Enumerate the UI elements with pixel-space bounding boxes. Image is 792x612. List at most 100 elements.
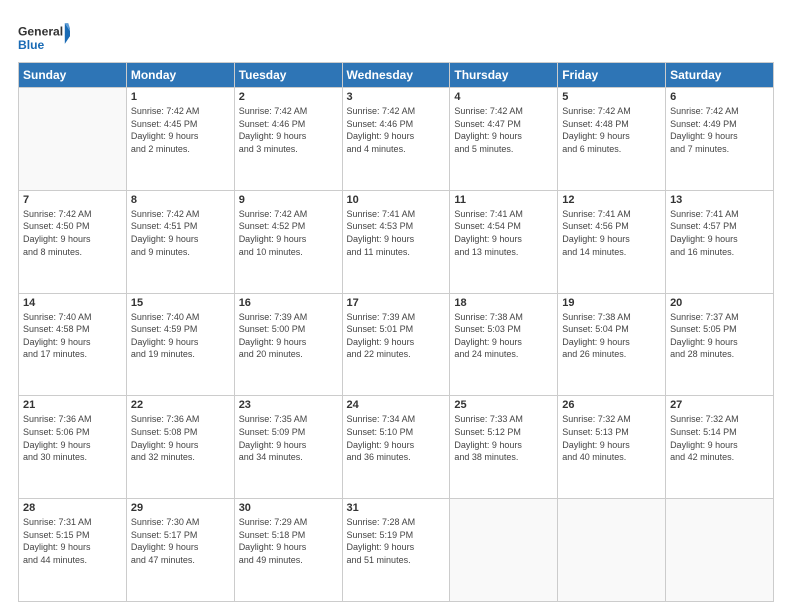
calendar-cell: 21 Sunrise: 7:36 AMSunset: 5:06 PMDayligh…: [19, 396, 127, 499]
day-number: 16: [239, 297, 338, 309]
generalblue-logo-icon: General Blue: [18, 18, 70, 56]
day-info: Sunrise: 7:32 AMSunset: 5:14 PMDaylight:…: [670, 413, 769, 463]
calendar-cell: 5 Sunrise: 7:42 AMSunset: 4:48 PMDaylight…: [558, 88, 666, 191]
day-info: Sunrise: 7:39 AMSunset: 5:00 PMDaylight:…: [239, 311, 338, 361]
calendar-cell: 1Sunrise: 7:42 AMSunset: 4:45 PMDaylight…: [126, 88, 234, 191]
calendar-cell: 3 Sunrise: 7:42 AMSunset: 4:46 PMDaylight…: [342, 88, 450, 191]
day-number: 2: [239, 91, 338, 103]
day-info: Sunrise: 7:38 AMSunset: 5:04 PMDaylight:…: [562, 311, 661, 361]
week-row-5: 28 Sunrise: 7:31 AMSunset: 5:15 PMDayligh…: [19, 499, 774, 602]
day-number: 19: [562, 297, 661, 309]
calendar-cell: 14 Sunrise: 7:40 AMSunset: 4:58 PMDayligh…: [19, 293, 127, 396]
svg-text:Blue: Blue: [18, 38, 45, 52]
calendar-cell: 29 Sunrise: 7:30 AMSunset: 5:17 PMDayligh…: [126, 499, 234, 602]
day-info: Sunrise: 7:30 AMSunset: 5:17 PMDaylight:…: [131, 516, 230, 566]
week-row-1: 1Sunrise: 7:42 AMSunset: 4:45 PMDaylight…: [19, 88, 774, 191]
weekday-header-sunday: Sunday: [19, 63, 127, 88]
day-number: 22: [131, 399, 230, 411]
day-info: Sunrise: 7:37 AMSunset: 5:05 PMDaylight:…: [670, 311, 769, 361]
day-info: Sunrise: 7:42 AMSunset: 4:47 PMDaylight:…: [454, 105, 553, 155]
calendar-cell: 25 Sunrise: 7:33 AMSunset: 5:12 PMDayligh…: [450, 396, 558, 499]
calendar-cell: 16 Sunrise: 7:39 AMSunset: 5:00 PMDayligh…: [234, 293, 342, 396]
day-info: Sunrise: 7:36 AMSunset: 5:06 PMDaylight:…: [23, 413, 122, 463]
page: General Blue SundayMondayTuesdayWednesda…: [0, 0, 792, 612]
day-info: Sunrise: 7:42 AMSunset: 4:46 PMDaylight:…: [347, 105, 446, 155]
day-info: Sunrise: 7:32 AMSunset: 5:13 PMDaylight:…: [562, 413, 661, 463]
calendar-table: SundayMondayTuesdayWednesdayThursdayFrid…: [18, 62, 774, 602]
day-number: 5: [562, 91, 661, 103]
day-info: Sunrise: 7:34 AMSunset: 5:10 PMDaylight:…: [347, 413, 446, 463]
calendar-cell: 27Sunrise: 7:32 AMSunset: 5:14 PMDayligh…: [666, 396, 774, 499]
day-info: Sunrise: 7:35 AMSunset: 5:09 PMDaylight:…: [239, 413, 338, 463]
weekday-header-thursday: Thursday: [450, 63, 558, 88]
day-number: 13: [670, 194, 769, 206]
calendar-cell: [450, 499, 558, 602]
day-info: Sunrise: 7:31 AMSunset: 5:15 PMDaylight:…: [23, 516, 122, 566]
day-info: Sunrise: 7:39 AMSunset: 5:01 PMDaylight:…: [347, 311, 446, 361]
day-number: 23: [239, 399, 338, 411]
calendar-cell: 10 Sunrise: 7:41 AMSunset: 4:53 PMDayligh…: [342, 190, 450, 293]
day-info: Sunrise: 7:42 AMSunset: 4:46 PMDaylight:…: [239, 105, 338, 155]
weekday-header-friday: Friday: [558, 63, 666, 88]
calendar-cell: 26 Sunrise: 7:32 AMSunset: 5:13 PMDayligh…: [558, 396, 666, 499]
calendar-cell: 7Sunrise: 7:42 AMSunset: 4:50 PMDaylight…: [19, 190, 127, 293]
calendar-cell: 24 Sunrise: 7:34 AMSunset: 5:10 PMDayligh…: [342, 396, 450, 499]
day-info: Sunrise: 7:42 AMSunset: 4:50 PMDaylight:…: [23, 208, 122, 258]
day-info: Sunrise: 7:40 AMSunset: 4:59 PMDaylight:…: [131, 311, 230, 361]
calendar-cell: [666, 499, 774, 602]
weekday-header-tuesday: Tuesday: [234, 63, 342, 88]
calendar-cell: 11Sunrise: 7:41 AMSunset: 4:54 PMDayligh…: [450, 190, 558, 293]
day-info: Sunrise: 7:41 AMSunset: 4:57 PMDaylight:…: [670, 208, 769, 258]
day-number: 4: [454, 91, 553, 103]
calendar-cell: 28 Sunrise: 7:31 AMSunset: 5:15 PMDayligh…: [19, 499, 127, 602]
day-number: 1: [131, 91, 230, 103]
day-info: Sunrise: 7:41 AMSunset: 4:56 PMDaylight:…: [562, 208, 661, 258]
day-number: 14: [23, 297, 122, 309]
header: General Blue: [18, 18, 774, 56]
weekday-header-saturday: Saturday: [666, 63, 774, 88]
day-info: Sunrise: 7:33 AMSunset: 5:12 PMDaylight:…: [454, 413, 553, 463]
calendar-cell: 15 Sunrise: 7:40 AMSunset: 4:59 PMDayligh…: [126, 293, 234, 396]
calendar-cell: [19, 88, 127, 191]
day-number: 17: [347, 297, 446, 309]
calendar-cell: 6Sunrise: 7:42 AMSunset: 4:49 PMDaylight…: [666, 88, 774, 191]
calendar-cell: 31 Sunrise: 7:28 AMSunset: 5:19 PMDayligh…: [342, 499, 450, 602]
day-number: 29: [131, 502, 230, 514]
day-number: 3: [347, 91, 446, 103]
calendar-cell: 17 Sunrise: 7:39 AMSunset: 5:01 PMDayligh…: [342, 293, 450, 396]
day-number: 20: [670, 297, 769, 309]
day-info: Sunrise: 7:28 AMSunset: 5:19 PMDaylight:…: [347, 516, 446, 566]
calendar-cell: 13 Sunrise: 7:41 AMSunset: 4:57 PMDayligh…: [666, 190, 774, 293]
calendar-cell: 12 Sunrise: 7:41 AMSunset: 4:56 PMDayligh…: [558, 190, 666, 293]
day-number: 25: [454, 399, 553, 411]
day-number: 15: [131, 297, 230, 309]
calendar-cell: 22 Sunrise: 7:36 AMSunset: 5:08 PMDayligh…: [126, 396, 234, 499]
day-number: 8: [131, 194, 230, 206]
day-number: 30: [239, 502, 338, 514]
calendar-cell: 19 Sunrise: 7:38 AMSunset: 5:04 PMDayligh…: [558, 293, 666, 396]
calendar-cell: [558, 499, 666, 602]
day-info: Sunrise: 7:29 AMSunset: 5:18 PMDaylight:…: [239, 516, 338, 566]
day-number: 18: [454, 297, 553, 309]
weekday-header-wednesday: Wednesday: [342, 63, 450, 88]
day-info: Sunrise: 7:41 AMSunset: 4:53 PMDaylight:…: [347, 208, 446, 258]
calendar-cell: 23 Sunrise: 7:35 AMSunset: 5:09 PMDayligh…: [234, 396, 342, 499]
day-info: Sunrise: 7:42 AMSunset: 4:48 PMDaylight:…: [562, 105, 661, 155]
calendar-cell: 30 Sunrise: 7:29 AMSunset: 5:18 PMDayligh…: [234, 499, 342, 602]
calendar-cell: 18Sunrise: 7:38 AMSunset: 5:03 PMDayligh…: [450, 293, 558, 396]
day-number: 21: [23, 399, 122, 411]
week-row-3: 14 Sunrise: 7:40 AMSunset: 4:58 PMDayligh…: [19, 293, 774, 396]
day-number: 28: [23, 502, 122, 514]
day-number: 31: [347, 502, 446, 514]
day-number: 10: [347, 194, 446, 206]
day-info: Sunrise: 7:36 AMSunset: 5:08 PMDaylight:…: [131, 413, 230, 463]
day-info: Sunrise: 7:40 AMSunset: 4:58 PMDaylight:…: [23, 311, 122, 361]
day-number: 12: [562, 194, 661, 206]
day-number: 26: [562, 399, 661, 411]
day-number: 11: [454, 194, 553, 206]
day-info: Sunrise: 7:42 AMSunset: 4:51 PMDaylight:…: [131, 208, 230, 258]
logo: General Blue: [18, 18, 70, 56]
day-number: 24: [347, 399, 446, 411]
weekday-header-row: SundayMondayTuesdayWednesdayThursdayFrid…: [19, 63, 774, 88]
day-number: 6: [670, 91, 769, 103]
